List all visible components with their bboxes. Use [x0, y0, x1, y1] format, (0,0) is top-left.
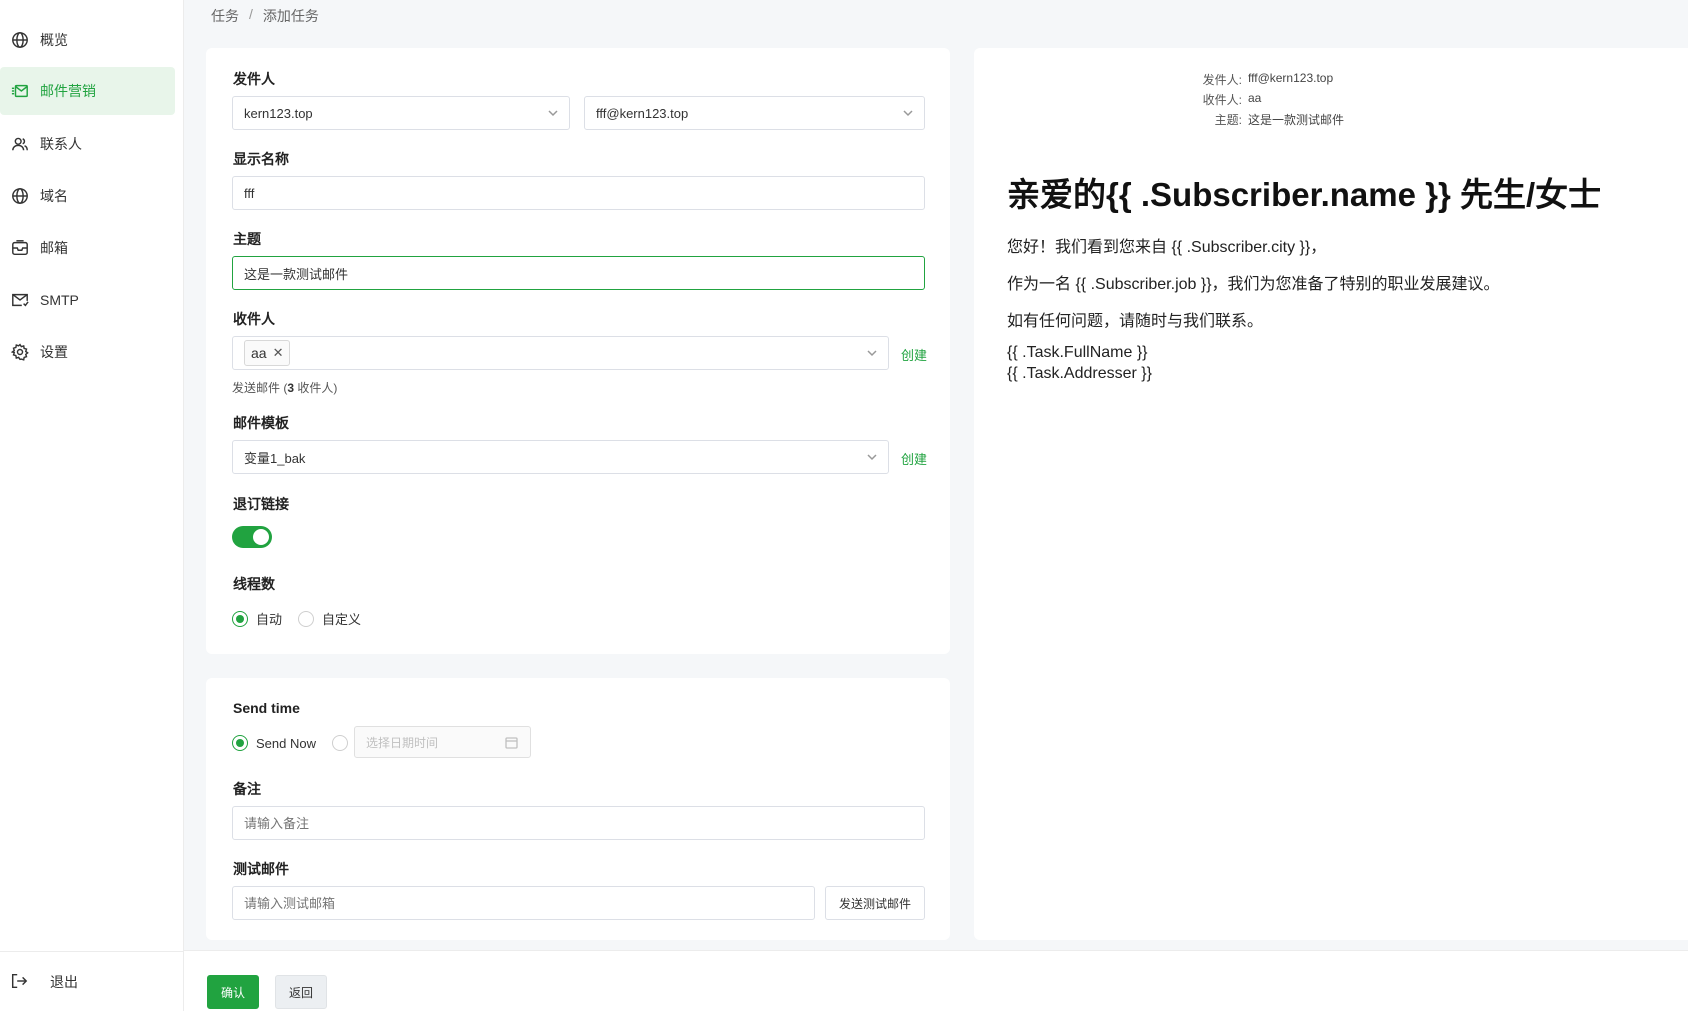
- unsubscribe-toggle[interactable]: [232, 526, 272, 548]
- datetime-picker[interactable]: 选择日期时间: [354, 726, 531, 758]
- gear-icon: [10, 342, 30, 362]
- contacts-icon: [10, 134, 30, 154]
- toggle-knob: [253, 529, 269, 545]
- preview-line-1: 您好！我们看到您来自 {{ .Subscriber.city }}，: [1007, 239, 1327, 256]
- display-name-value: fff: [244, 185, 255, 201]
- chevron-down-icon: [902, 107, 914, 119]
- mail-marketing-icon: [10, 81, 30, 101]
- logout-label: 退出: [50, 973, 78, 990]
- threads-radio-group: 自动 自定义: [232, 609, 377, 628]
- preview-from: 发件人: fff@kern123.top: [1136, 71, 1333, 88]
- preview-to: 收件人: aa: [1136, 91, 1262, 108]
- subject-input[interactable]: 这是一款测试邮件: [232, 256, 925, 290]
- logout-button[interactable]: 退出: [0, 951, 184, 1011]
- preview-from-key: 发件人:: [1202, 73, 1242, 87]
- sidebar-item-label: 设置: [40, 344, 68, 360]
- thread-auto-label: 自动: [256, 612, 283, 627]
- send-test-email-button[interactable]: 发送测试邮件: [825, 886, 925, 920]
- send-now-label: Send Now: [256, 735, 316, 751]
- thread-custom-label: 自定义: [322, 612, 362, 627]
- chevron-down-icon: [866, 347, 878, 359]
- send-time-radio-group: Send Now: [232, 735, 356, 751]
- sidebar-item-label: 域名: [40, 188, 68, 204]
- scheduled-radio[interactable]: [331, 735, 348, 751]
- sidebar-item-label: 联系人: [40, 136, 82, 152]
- preview-line-3: 如有任何问题，请随时与我们联系。: [1007, 313, 1264, 330]
- note-input[interactable]: [232, 806, 925, 840]
- create-template-link[interactable]: 创建: [901, 449, 927, 468]
- note-label: 备注: [233, 781, 261, 797]
- preview-to-key: 收件人:: [1202, 93, 1242, 107]
- unsubscribe-label: 退订链接: [233, 496, 289, 512]
- confirm-button[interactable]: 确认: [207, 975, 259, 1009]
- send-now-radio[interactable]: [232, 735, 248, 751]
- sidebar-item-label: SMTP: [40, 292, 79, 308]
- breadcrumb-separator: /: [249, 6, 253, 22]
- preview-heading: 亲爱的{{ .Subscriber.name }} 先生/女士: [1007, 176, 1602, 213]
- sender-label: 发件人: [233, 71, 275, 87]
- globe-icon: [10, 30, 30, 50]
- globe-icon: [10, 186, 30, 206]
- sidebar-item-contacts[interactable]: 联系人: [0, 120, 175, 168]
- sidebar-item-smtp[interactable]: SMTP: [0, 276, 175, 324]
- mailbox-icon: [10, 238, 30, 258]
- breadcrumb-current: 添加任务: [262, 8, 319, 24]
- template-label: 邮件模板: [233, 415, 289, 431]
- sidebar-item-mailbox[interactable]: 邮箱: [0, 224, 175, 272]
- display-name-input[interactable]: fff: [232, 176, 925, 210]
- smtp-mail-icon: [10, 290, 30, 310]
- close-icon[interactable]: ✕: [273, 345, 284, 361]
- template-value: 变量1_bak: [244, 450, 306, 466]
- send-time-label: Send time: [233, 700, 300, 716]
- create-recipient-link[interactable]: 创建: [901, 345, 927, 364]
- preview-from-value: fff@kern123.top: [1248, 71, 1334, 85]
- recipients-hint-prefix: 发送邮件 (: [232, 381, 288, 395]
- display-name-label: 显示名称: [233, 151, 289, 167]
- recipients-select[interactable]: aa ✕: [232, 336, 889, 370]
- sender-address-select[interactable]: fff@kern123.top: [584, 96, 925, 130]
- preview-to-value: aa: [1248, 91, 1262, 105]
- thread-custom-radio[interactable]: [298, 610, 315, 627]
- template-select[interactable]: 变量1_bak: [232, 440, 889, 474]
- back-button[interactable]: 返回: [275, 975, 327, 1009]
- chevron-down-icon: [866, 451, 878, 463]
- subject-label: 主题: [233, 231, 261, 247]
- preview-line-2: 作为一名 {{ .Subscriber.job }}，我们为您准备了特别的职业发…: [1007, 276, 1500, 293]
- breadcrumb-parent[interactable]: 任务: [211, 6, 239, 26]
- sidebar-item-email-marketing[interactable]: 邮件营销: [0, 67, 175, 115]
- threads-label: 线程数: [233, 576, 275, 592]
- recipient-tag: aa ✕: [244, 340, 291, 366]
- sender-domain-value: kern123.top: [244, 105, 313, 121]
- sidebar-item-label: 邮箱: [40, 240, 68, 256]
- datetime-placeholder: 选择日期时间: [366, 735, 439, 750]
- preview-line-4: {{ .Task.FullName }}: [1007, 344, 1148, 361]
- test-email-input[interactable]: [232, 886, 815, 920]
- recipients-label: 收件人: [233, 311, 275, 327]
- logout-icon: [10, 972, 30, 992]
- preview-subject-key: 主题:: [1214, 113, 1242, 127]
- preview-line-5: {{ .Task.Addresser }}: [1007, 365, 1152, 382]
- preview-subject: 主题: 这是一款测试邮件: [1136, 111, 1344, 128]
- sidebar-item-domains[interactable]: 域名: [0, 172, 175, 220]
- footer-bar: [184, 950, 1688, 1011]
- recipient-tag-label: aa: [251, 345, 267, 361]
- sidebar-item-label: 概览: [40, 32, 68, 48]
- recipients-hint-suffix: 收件人): [294, 381, 338, 395]
- thread-auto-radio[interactable]: [232, 610, 248, 627]
- sidebar-item-label: 邮件营销: [40, 83, 96, 99]
- chevron-down-icon: [547, 107, 559, 119]
- preview-subject-value: 这是一款测试邮件: [1248, 113, 1345, 127]
- sidebar-item-settings[interactable]: 设置: [0, 328, 175, 376]
- test-email-label: 测试邮件: [233, 861, 289, 877]
- subject-value: 这是一款测试邮件: [244, 266, 349, 282]
- recipients-hint: 发送邮件 (3 收件人): [232, 379, 337, 396]
- sender-domain-select[interactable]: kern123.top: [232, 96, 570, 130]
- sender-address-value: fff@kern123.top: [596, 105, 689, 121]
- sidebar: 概览 邮件营销 联系人 域名 邮箱 SMTP 设置 退出: [0, 0, 184, 1011]
- breadcrumb: 任务 / 添加任务: [211, 6, 319, 26]
- calendar-icon: [505, 737, 518, 749]
- sidebar-item-overview[interactable]: 概览: [0, 16, 175, 64]
